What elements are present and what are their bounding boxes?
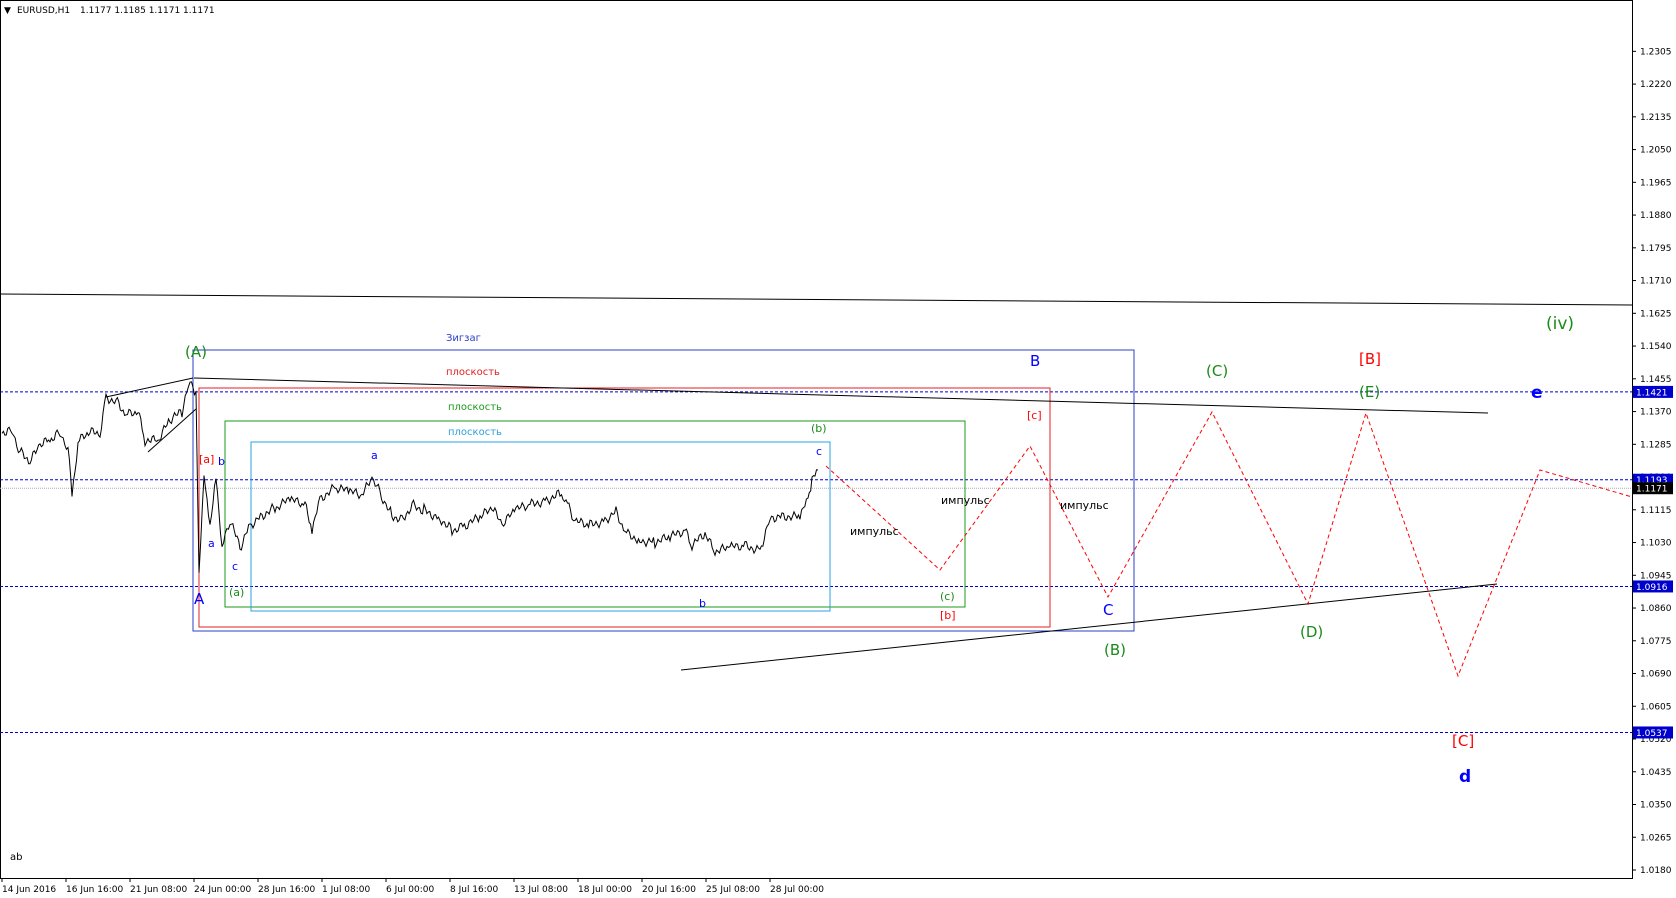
flat-label-cyan: плоскость	[448, 427, 502, 438]
y-tick-label: 1.0435	[1640, 768, 1672, 778]
y-tick-label: 1.2220	[1640, 80, 1672, 90]
wave-label-b-blue: b	[218, 455, 225, 468]
y-tick-label: 1.1030	[1640, 539, 1672, 549]
wave-label-e-blue: e	[1531, 383, 1543, 403]
flat-label-green: плоскость	[448, 402, 502, 413]
y-tick-label: 1.0945	[1640, 571, 1672, 581]
trend-line-upper-triangle	[193, 377, 1489, 414]
price-level-label: 1.0916	[1636, 583, 1668, 593]
wave-label-A-green: (A)	[185, 343, 207, 361]
y-tick-label: 1.1965	[1640, 178, 1672, 188]
x-tick-label: 24 Jun 00:00	[194, 885, 251, 894]
projection-dashed-line	[825, 410, 1633, 678]
trend-line-top-long	[0, 293, 1633, 306]
y-tick-label: 1.0605	[1640, 702, 1672, 712]
y-tick-label: 1.1285	[1640, 440, 1672, 450]
y-tick-label: 1.1115	[1640, 506, 1672, 516]
trend-line-small-2	[147, 408, 197, 453]
price-chart-svg[interactable]: ▼ EURUSD,H1 1.1177 1.1185 1.1171 1.1171 …	[0, 0, 1676, 895]
x-tick-label: 20 Jul 16:00	[642, 885, 696, 894]
x-tick-label: 14 Jun 2016	[2, 885, 56, 894]
wave-label-iv-green: (iv)	[1546, 314, 1574, 334]
wave-label-C-blue: C	[1103, 601, 1113, 619]
y-tick-label: 1.0265	[1640, 833, 1672, 843]
y-tick-label: 1.1625	[1640, 309, 1672, 319]
price-level-label: 1.1421	[1636, 388, 1668, 398]
x-tick-label: 8 Jul 16:00	[450, 885, 499, 894]
y-tick-label: 1.1710	[1640, 277, 1672, 287]
y-axis: 1.2305 1.2220 1.2135 1.2050 1.1965 1.1880 1.17…	[1632, 47, 1672, 876]
price-level-label: 1.1171	[1636, 485, 1668, 495]
chart-area[interactable]: ▼ EURUSD,H1 1.1177 1.1185 1.1171 1.1171 …	[0, 0, 1676, 895]
wave-label-c-blue: c	[232, 560, 238, 573]
price-level-label: 1.0537	[1636, 729, 1668, 739]
y-tick-label: 1.0775	[1640, 637, 1672, 647]
wave-label-a-top: a	[371, 449, 378, 462]
trend-line-small-1	[105, 377, 194, 398]
flat-box-cyan	[250, 441, 831, 612]
y-tick-label: 1.0860	[1640, 604, 1672, 614]
flat-box-green	[224, 420, 966, 608]
y-tick-label: 1.0180	[1640, 866, 1672, 876]
x-tick-label: 16 Jun 16:00	[66, 885, 123, 894]
x-axis: 14 Jun 2016 16 Jun 16:00 21 Jun 08:00 24 Ju…	[1, 878, 824, 895]
y-tick-label: 1.1880	[1640, 211, 1672, 221]
wave-label-E-green: (E)	[1359, 383, 1380, 401]
x-tick-label: 6 Jul 00:00	[386, 885, 435, 894]
wave-label-C-red: [C]	[1452, 732, 1474, 750]
wave-label-a-red: [a]	[199, 453, 214, 466]
x-tick-label: 18 Jul 00:00	[578, 885, 632, 894]
y-tick-label: 1.1455	[1640, 375, 1672, 385]
x-tick-label: 28 Jul 00:00	[770, 885, 824, 894]
wave-label-c-red: [c]	[1027, 409, 1042, 422]
x-tick-label: 1 Jul 08:00	[322, 885, 371, 894]
wave-label-D-green: (D)	[1300, 623, 1323, 641]
wave-label-b-bottom: b	[699, 597, 706, 610]
y-tick-label: 1.0350	[1640, 801, 1672, 811]
flat-label-red: плоскость	[446, 367, 500, 378]
wave-label-B-blue: B	[1030, 352, 1040, 370]
y-tick-label: 1.1795	[1640, 244, 1672, 254]
plot-frame	[0, 0, 1633, 879]
wave-label-B-green: (B)	[1104, 641, 1126, 659]
x-tick-label: 28 Jun 16:00	[258, 885, 315, 894]
wave-label-c-top: c	[816, 445, 822, 458]
y-tick-label: 1.2305	[1640, 47, 1672, 57]
y-tick-label: 1.1370	[1640, 408, 1672, 418]
chart-symbol: EURUSD,H1	[17, 6, 70, 16]
wave-label-a-blue: a	[208, 537, 215, 550]
impulse-label-3: импульс	[1060, 499, 1109, 512]
price-series-line	[1, 381, 819, 573]
y-tick-label: 1.2135	[1640, 113, 1672, 123]
impulse-label-2: импульс	[941, 494, 990, 507]
wave-label-C-green: (C)	[1206, 362, 1228, 380]
wave-label-d-blue: d	[1459, 767, 1471, 787]
zigzag-label: Зигзаг	[446, 333, 481, 344]
chart-ohlc: 1.1177 1.1185 1.1171 1.1171	[80, 6, 215, 16]
wave-label-A-blue: A	[194, 590, 205, 608]
wave-label-a-green: (a)	[229, 586, 244, 599]
wave-label-b-red: [b]	[940, 609, 956, 622]
y-tick-label: 1.1540	[1640, 342, 1672, 352]
x-tick-label: 13 Jul 08:00	[514, 885, 568, 894]
triangle-down-icon: ▼	[4, 6, 11, 16]
flat-box-red	[198, 387, 1051, 628]
wave-label-B-red: [B]	[1359, 350, 1381, 368]
y-tick-label: 1.0690	[1640, 670, 1672, 680]
x-tick-label: 25 Jul 08:00	[706, 885, 760, 894]
x-tick-label: 21 Jun 08:00	[130, 885, 187, 894]
impulse-label-1: импульс	[850, 525, 899, 538]
footer-text: ab	[10, 852, 22, 863]
wave-label-c-green: (c)	[940, 590, 955, 603]
wave-label-b-green: (b)	[811, 422, 827, 435]
y-tick-label: 1.2050	[1640, 146, 1672, 156]
